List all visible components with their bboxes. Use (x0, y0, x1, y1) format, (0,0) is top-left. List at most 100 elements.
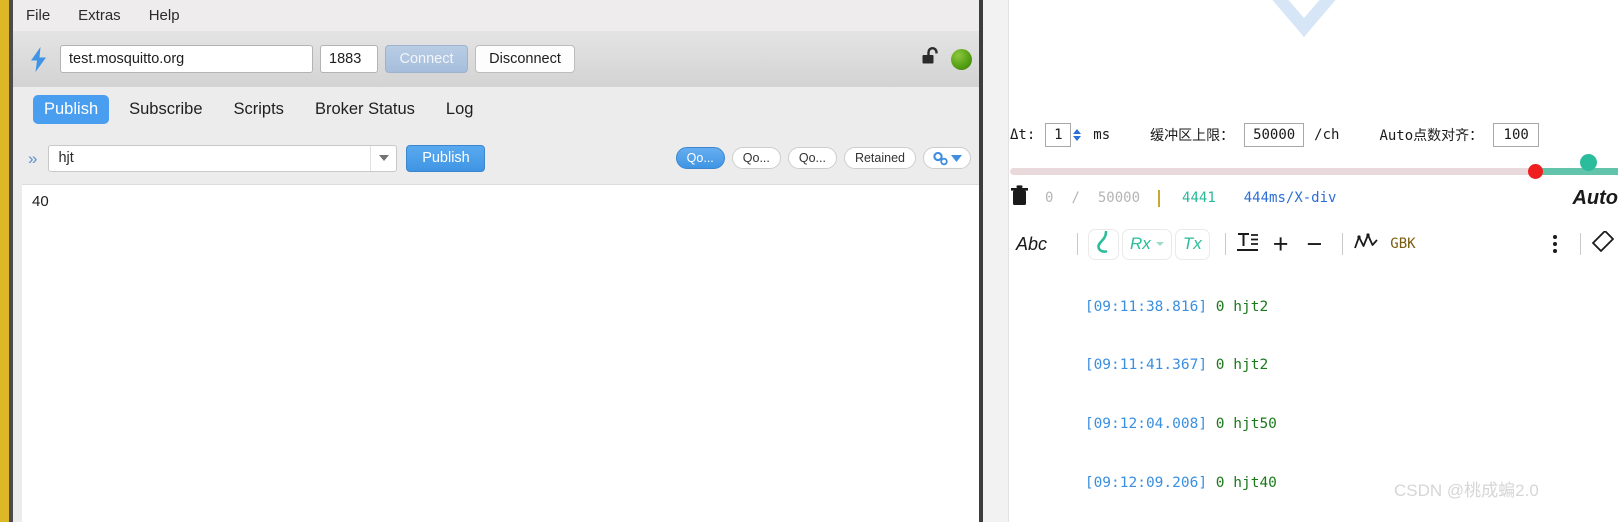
publish-options-group: Qo... Qo... Qo... Retained (675, 147, 979, 169)
auto-scale-label[interactable]: Auto (1572, 187, 1618, 210)
tab-scripts[interactable]: Scripts (223, 95, 295, 124)
double-chevron-right-icon[interactable]: » (28, 150, 37, 167)
curve-line-icon (1096, 230, 1111, 258)
gears-icon (932, 151, 962, 166)
tools-divider-4 (1580, 233, 1581, 255)
tab-publish[interactable]: Publish (33, 95, 110, 124)
log-timestamp: [09:12:04.008] (1084, 416, 1208, 433)
encoding-button[interactable]: GBK (1390, 236, 1415, 252)
log-timestamp: [09:12:09.206] (1084, 474, 1208, 491)
chevron-down-icon (378, 155, 389, 161)
abc-font-button[interactable]: Abc (1010, 234, 1053, 255)
broker-address-input[interactable]: test.mosquitto.org (60, 45, 313, 73)
buffer-limit-label: 缓冲区上限： (1150, 128, 1235, 144)
qos2-button[interactable]: Qo... (787, 147, 837, 169)
message-payload-value: 40 (32, 193, 49, 210)
text-align-icon (1236, 232, 1259, 257)
tools-divider-3 (1342, 233, 1344, 255)
tools-divider-2 (1224, 233, 1226, 255)
buffer-count-max: 50000 (1097, 190, 1141, 206)
log-timestamp: [09:11:38.816] (1084, 298, 1208, 315)
waveform-button[interactable] (1354, 229, 1378, 259)
window-left-gold-edge (0, 0, 9, 522)
zoom-out-button[interactable]: − (1297, 230, 1331, 258)
retained-button[interactable]: Retained (843, 147, 916, 169)
buffer-status-row: 0 / 50000 4441 444ms/X-div Auto (1010, 182, 1618, 214)
broker-port-input[interactable]: 1883 (320, 45, 378, 73)
mqtt-client-window: File Extras Help test.mosquitto.org 1883… (0, 0, 983, 522)
buffer-count-separator: / (1071, 190, 1080, 206)
slider-track[interactable] (1010, 168, 1594, 175)
spinner-up-down-icon[interactable] (1073, 129, 1082, 141)
log-line: [09:11:38.816] 0 hjt2 (1015, 278, 1618, 337)
topic-dropdown-button[interactable] (370, 145, 396, 171)
waveform-icon (1354, 232, 1378, 257)
plot-settings-row: Δt: 1 ms 缓冲区上限： 50000 /ch Auto点数对齐： 100 (1010, 118, 1618, 152)
buffer-limit-input[interactable]: 50000 (1244, 123, 1305, 147)
buffer-count-current: 0 (1045, 190, 1054, 206)
disconnect-button[interactable]: Disconnect (475, 45, 575, 73)
curve-line-button[interactable] (1089, 229, 1119, 259)
tab-log[interactable]: Log (435, 95, 485, 124)
eraser-button[interactable] (1592, 229, 1618, 259)
log-message: 0 hjt40 (1207, 474, 1277, 491)
broker-address-value: test.mosquitto.org (69, 51, 185, 67)
caret-down-icon (951, 155, 962, 162)
tab-broker-status[interactable]: Broker Status (304, 95, 426, 124)
time-range-slider[interactable] (1010, 154, 1618, 179)
menu-file[interactable]: File (26, 5, 64, 27)
auto-point-align-input[interactable]: 100 (1493, 123, 1540, 147)
rx-label: Rx (1130, 234, 1151, 253)
lightning-bolt-icon (27, 46, 49, 72)
menu-extras[interactable]: Extras (78, 5, 135, 27)
qos0-button[interactable]: Qo... (675, 147, 725, 169)
delta-t-unit: ms (1093, 127, 1111, 143)
slider-handle-low[interactable] (1528, 164, 1543, 179)
zoom-in-button[interactable]: + (1264, 230, 1298, 258)
connection-status-dot (951, 48, 972, 70)
tx-label: Tx (1182, 234, 1202, 253)
plot-tools-row: Abc Rx Tx + − GBK (1010, 226, 1618, 262)
trash-can-icon[interactable] (1010, 185, 1029, 211)
connect-button[interactable]: Connect (385, 45, 468, 73)
tab-subscribe[interactable]: Subscribe (118, 95, 213, 124)
connection-bar: test.mosquitto.org 1883 Connect Disconne… (13, 31, 979, 87)
publish-toolbar: » hjt Publish Qo... Qo... Qo... Retained (13, 132, 979, 184)
connection-status-group (920, 46, 979, 73)
log-line: [09:12:04.008] 0 hjt50 (1015, 396, 1618, 455)
menu-bar: File Extras Help (13, 0, 979, 31)
slider-handle-high[interactable] (1580, 154, 1597, 171)
log-message: 0 hjt50 (1207, 416, 1277, 433)
unlocked-padlock-icon (920, 46, 942, 73)
auto-point-align-label: Auto点数对齐： (1379, 128, 1484, 144)
serial-log-output[interactable]: [09:11:38.816] 0 hjt2 [09:11:41.367] 0 h… (1010, 278, 1618, 491)
sample-count: 4441 (1182, 190, 1216, 206)
broker-port-value: 1883 (329, 51, 362, 67)
buffer-limit-unit: /ch (1314, 127, 1340, 143)
publish-settings-button[interactable] (923, 147, 971, 169)
chevron-down-large-icon (1265, 0, 1343, 47)
log-line: [09:11:41.367] 0 hjt2 (1015, 337, 1618, 396)
more-vertical-icon[interactable] (1541, 235, 1569, 253)
log-message: 0 hjt2 (1207, 357, 1269, 374)
menu-help[interactable]: Help (149, 5, 194, 27)
qos1-button[interactable]: Qo... (731, 147, 781, 169)
delta-t-input[interactable]: 1 (1045, 123, 1072, 147)
screenshot-root: File Extras Help test.mosquitto.org 1883… (0, 0, 1618, 522)
delta-t-label: Δt: (1010, 127, 1036, 143)
caret-down-icon (1155, 242, 1164, 246)
tx-filter-button[interactable]: Tx (1175, 229, 1209, 259)
text-align-button[interactable] (1236, 229, 1259, 259)
serial-plotter-window: Δt: 1 ms 缓冲区上限： 50000 /ch Auto点数对齐： 100 (983, 0, 1618, 522)
slider-fill (1534, 168, 1618, 175)
tab-bar: Publish Subscribe Scripts Broker Status … (13, 87, 979, 132)
message-payload-editor[interactable]: 40 (22, 184, 979, 522)
rx-filter-button[interactable]: Rx (1123, 229, 1171, 259)
timebase-value: 444ms/X-div (1243, 190, 1337, 206)
left-gutter (983, 0, 1009, 522)
log-timestamp: [09:11:41.367] (1084, 357, 1208, 374)
topic-input[interactable]: hjt (48, 144, 398, 172)
eraser-icon (1592, 229, 1618, 258)
publish-button[interactable]: Publish (406, 144, 486, 172)
topic-value: hjt (58, 150, 74, 166)
